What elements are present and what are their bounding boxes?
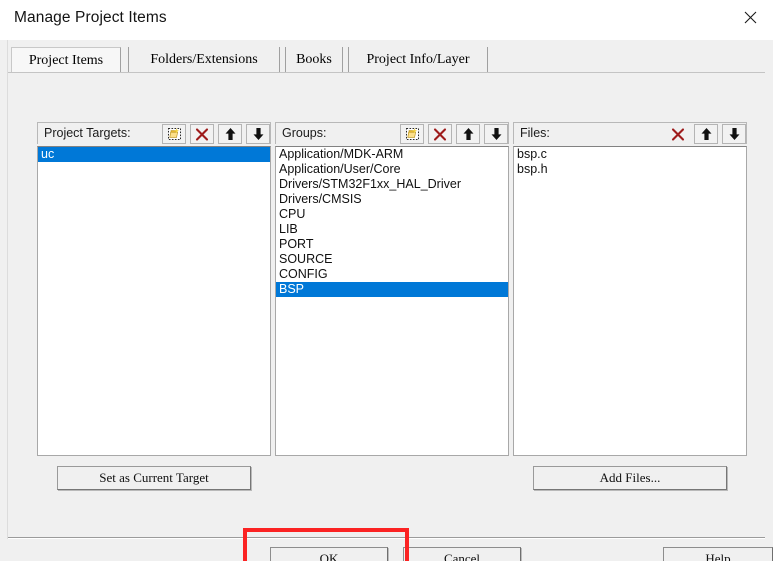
tab-label: Books [296,51,332,67]
move-down-icon[interactable] [484,124,508,144]
tab-books[interactable]: Books [285,47,343,72]
list-item[interactable]: bsp.c [514,147,746,162]
list-item[interactable]: Application/MDK-ARM [276,147,508,162]
move-up-icon[interactable] [218,124,242,144]
ok-button[interactable]: OK [270,547,388,561]
list-item[interactable]: Drivers/CMSIS [276,192,508,207]
list-item[interactable]: BSP [276,282,508,297]
list-item[interactable]: CONFIG [276,267,508,282]
delete-icon[interactable] [428,124,452,144]
window-title: Manage Project Items [14,9,167,26]
project-targets-label: Project Targets: [44,126,131,140]
new-item-icon[interactable] [400,124,424,144]
list-item[interactable]: uc [38,147,270,162]
files-list[interactable]: bsp.c bsp.h [513,146,747,456]
help-button[interactable]: Help [663,547,773,561]
move-down-icon[interactable] [246,124,270,144]
tab-label: Project Info/Layer [366,51,470,67]
list-item[interactable]: Drivers/STM32F1xx_HAL_Driver [276,177,508,192]
title-bar: Manage Project Items [0,0,773,40]
footer-bar: OK Cancel Help [0,539,773,561]
button-label: Set as Current Target [99,470,209,485]
tab-folders-extensions[interactable]: Folders/Extensions [128,47,280,72]
list-item[interactable]: PORT [276,237,508,252]
button-label: OK [319,551,339,561]
tab-label: Folders/Extensions [150,51,258,67]
groups-toolbar: Groups: [275,122,509,144]
list-item[interactable]: LIB [276,222,508,237]
tab-strip: Project Items Folders/Extensions Books P… [8,47,765,73]
tab-label: Project Items [28,52,104,68]
cancel-button[interactable]: Cancel [403,547,521,561]
move-down-icon[interactable] [722,124,746,144]
list-item[interactable]: SOURCE [276,252,508,267]
list-item[interactable]: CPU [276,207,508,222]
window-left-border [0,40,8,561]
delete-icon[interactable] [190,124,214,144]
files-label: Files: [520,126,550,140]
manage-project-items-dialog: Manage Project Items Project Items Folde… [0,0,773,561]
tab-project-items[interactable]: Project Items [11,47,121,73]
groups-list[interactable]: Application/MDK-ARM Application/User/Cor… [275,146,509,456]
groups-label: Groups: [282,126,327,140]
move-up-icon[interactable] [456,124,480,144]
close-icon[interactable] [727,0,773,34]
delete-icon[interactable] [666,124,690,144]
set-as-current-target-button[interactable]: Set as Current Target [57,466,251,490]
button-label: Help [705,551,731,561]
button-label: Cancel [443,551,481,561]
list-item[interactable]: Application/User/Core [276,162,508,177]
list-item[interactable]: bsp.h [514,162,746,177]
tab-project-info-layer[interactable]: Project Info/Layer [348,47,488,72]
project-targets-toolbar: Project Targets: [37,122,271,144]
project-targets-list[interactable]: uc [37,146,271,456]
new-item-icon[interactable] [162,124,186,144]
move-up-icon[interactable] [694,124,718,144]
button-label: Add Files... [599,470,661,485]
files-toolbar: Files: [513,122,747,144]
add-files-button[interactable]: Add Files... [533,466,727,490]
